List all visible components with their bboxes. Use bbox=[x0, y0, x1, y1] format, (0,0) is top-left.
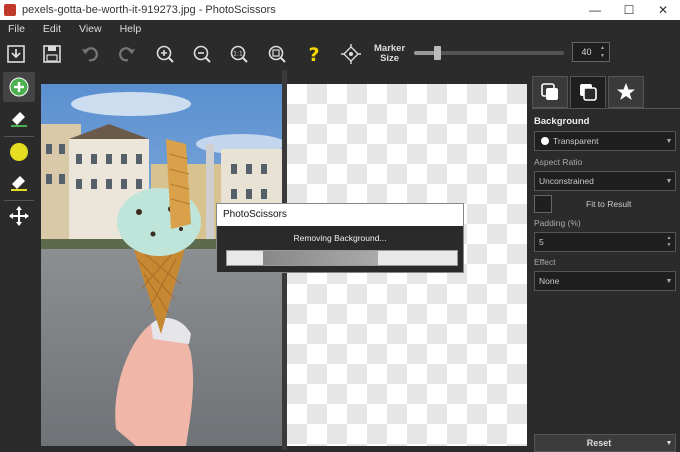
tab-foreground-icon bbox=[541, 83, 558, 100]
marker-size-spinner[interactable]: 40 ▲ ▼ bbox=[572, 42, 610, 62]
foreground-eraser-tool[interactable] bbox=[3, 102, 35, 132]
fit-to-result-checkbox[interactable] bbox=[534, 195, 552, 213]
spinner-arrows[interactable]: ▲ ▼ bbox=[663, 235, 675, 249]
left-toolbar bbox=[0, 70, 38, 450]
open-button[interactable] bbox=[2, 41, 30, 67]
marker-size-value: 40 bbox=[581, 47, 592, 57]
reset-label: Reset bbox=[586, 438, 612, 448]
menu-edit[interactable]: Edit bbox=[35, 23, 71, 35]
app-icon bbox=[4, 4, 16, 16]
close-button[interactable]: ✕ bbox=[646, 0, 680, 20]
fullscreen-button[interactable] bbox=[337, 41, 365, 67]
aspect-ratio-select[interactable]: Unconstrained ▼ bbox=[534, 171, 676, 191]
move-icon bbox=[9, 206, 29, 226]
save-button[interactable] bbox=[38, 41, 66, 67]
color-swatch bbox=[541, 137, 549, 145]
maximize-button[interactable]: ☐ bbox=[612, 0, 646, 20]
background-select-value: Transparent bbox=[553, 136, 599, 146]
tabs-divider bbox=[532, 108, 680, 109]
marker-slider-thumb[interactable] bbox=[433, 46, 441, 60]
window-title: pexels-gotta-be-worth-it-919273.jpg - Ph… bbox=[22, 4, 276, 16]
zoom-in-button[interactable] bbox=[151, 41, 179, 67]
fit-button[interactable] bbox=[263, 41, 291, 67]
tab-effects-icon bbox=[617, 83, 635, 100]
marker-size-label: Marker Size bbox=[374, 44, 405, 64]
minimize-button[interactable]: — bbox=[578, 0, 612, 20]
effect-select[interactable]: None ▼ bbox=[534, 271, 676, 291]
background-select[interactable]: Transparent ▼ bbox=[534, 131, 676, 151]
help-icon: ? bbox=[308, 44, 319, 65]
background-eraser-icon bbox=[11, 176, 27, 191]
dialog-message: Removing Background... bbox=[293, 233, 387, 243]
menu-view[interactable]: View bbox=[71, 23, 112, 35]
dialog-title: PhotoScissors bbox=[217, 204, 463, 226]
chevron-down-icon[interactable]: ▼ bbox=[663, 440, 675, 447]
spinner-arrows[interactable]: ▲ ▼ bbox=[600, 44, 609, 60]
padding-value: 5 bbox=[539, 237, 544, 247]
chevron-down-icon: ▼ bbox=[665, 177, 673, 185]
menu-help[interactable]: Help bbox=[112, 23, 152, 35]
tab-background[interactable] bbox=[570, 76, 606, 108]
background-eraser-tool[interactable] bbox=[3, 166, 35, 196]
menu-file[interactable]: File bbox=[0, 23, 35, 35]
svg-text:1:1: 1:1 bbox=[233, 51, 243, 58]
fit-to-result-label: Fit to Result bbox=[586, 199, 632, 209]
settings-tabs bbox=[532, 76, 646, 108]
svg-text:?: ? bbox=[308, 44, 319, 65]
aspect-ratio-value: Unconstrained bbox=[539, 176, 594, 186]
marker-size-slider[interactable] bbox=[414, 46, 564, 60]
fit-icon bbox=[268, 45, 286, 63]
undo-button[interactable] bbox=[76, 41, 104, 67]
add-foreground-tool[interactable] bbox=[3, 72, 35, 102]
chevron-down-icon: ▼ bbox=[665, 137, 673, 145]
settings-panel: Background Transparent ▼ Aspect Ratio Un… bbox=[530, 70, 680, 452]
help-button[interactable]: ? bbox=[300, 41, 328, 67]
title-bar: pexels-gotta-be-worth-it-919273.jpg - Ph… bbox=[0, 0, 680, 20]
background-heading: Background bbox=[534, 116, 590, 127]
add-foreground-icon bbox=[9, 77, 29, 97]
aspect-ratio-label: Aspect Ratio bbox=[534, 157, 583, 167]
foreground-eraser-icon bbox=[11, 112, 27, 127]
tab-background-icon bbox=[580, 84, 597, 101]
effect-label: Effect bbox=[534, 257, 556, 267]
progress-bar-indicator bbox=[263, 251, 378, 265]
open-icon bbox=[7, 45, 25, 63]
fullscreen-icon bbox=[341, 44, 361, 64]
undo-icon bbox=[82, 47, 98, 62]
tab-effects[interactable] bbox=[608, 76, 644, 108]
tab-foreground[interactable] bbox=[532, 76, 568, 108]
chevron-down-icon: ▼ bbox=[665, 277, 673, 285]
zoom-out-button[interactable] bbox=[188, 41, 216, 67]
padding-label: Padding (%) bbox=[534, 218, 581, 228]
move-tool[interactable] bbox=[3, 201, 35, 231]
marker-label-line2: Size bbox=[380, 53, 400, 64]
reset-button[interactable]: Reset ▼ bbox=[534, 434, 676, 452]
zoom-in-icon bbox=[156, 45, 174, 63]
redo-button[interactable] bbox=[113, 41, 141, 67]
add-background-tool[interactable] bbox=[3, 137, 35, 167]
progress-dialog: PhotoScissors Removing Background... bbox=[216, 203, 464, 273]
padding-spinner[interactable]: 5 ▲ ▼ bbox=[534, 232, 676, 252]
redo-icon bbox=[119, 47, 135, 62]
zoom-out-icon bbox=[193, 45, 211, 63]
add-background-icon bbox=[10, 143, 28, 161]
actual-size-button[interactable]: 1:1 bbox=[225, 41, 253, 67]
menu-bar: File Edit View Help bbox=[0, 20, 680, 38]
progress-bar bbox=[226, 250, 458, 266]
save-icon bbox=[43, 45, 61, 63]
actual-size-icon: 1:1 bbox=[230, 45, 248, 63]
effect-value: None bbox=[539, 276, 560, 286]
